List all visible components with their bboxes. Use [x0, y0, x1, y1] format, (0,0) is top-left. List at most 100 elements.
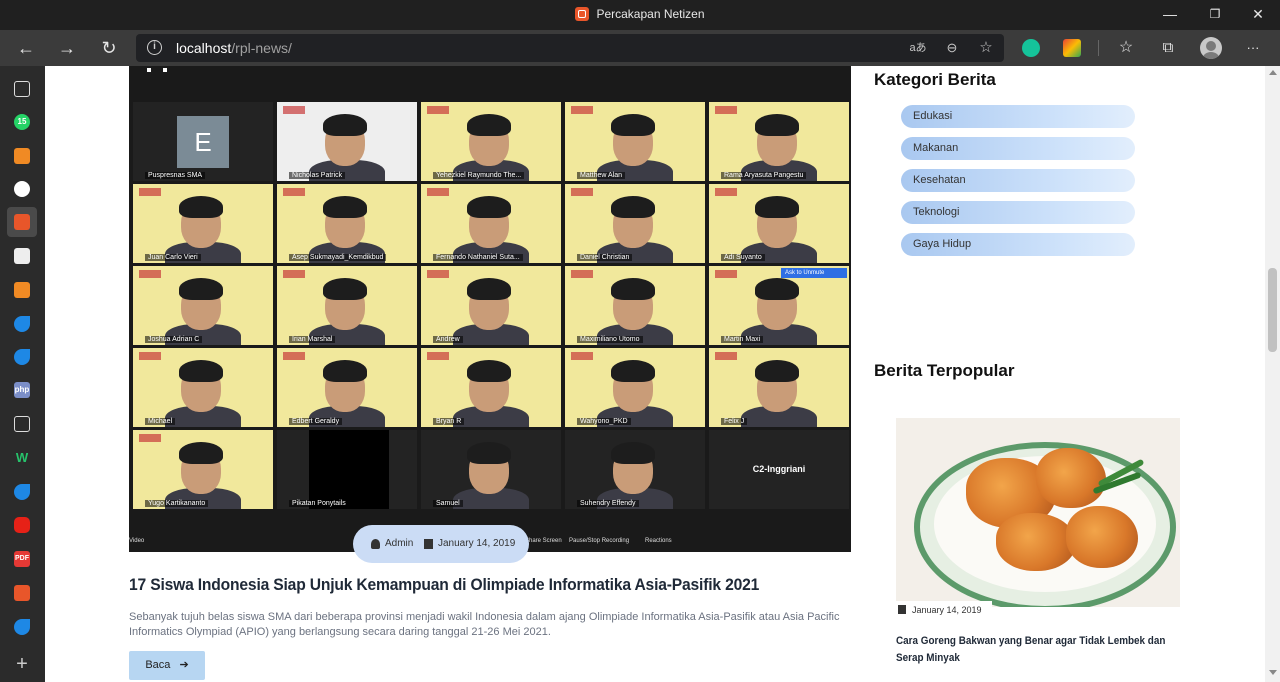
video-tile: Asep Sukmayadi_Kemdikbud — [277, 184, 417, 263]
forward-button[interactable]: → — [53, 34, 81, 62]
collections-icon[interactable]: ⧉ — [1154, 34, 1182, 62]
minimize-button[interactable]: — — [1148, 0, 1192, 30]
bing-icon[interactable] — [14, 484, 30, 500]
document-icon[interactable] — [14, 416, 30, 432]
participant-name: Bryan R — [433, 418, 465, 425]
participant-name: Joshua Adrian C — [145, 336, 203, 343]
video-tile: Fernando Nathaniel Suta... — [421, 184, 561, 263]
app-icon[interactable] — [14, 214, 30, 230]
page-scrollbar[interactable] — [1265, 66, 1280, 682]
scrollbar-thumb[interactable] — [1268, 268, 1277, 352]
participant-hair — [467, 196, 511, 218]
article-title[interactable]: 17 Siswa Indonesia Siap Unjuk Kemampuan … — [129, 575, 793, 595]
video-tile: Samuel — [421, 430, 561, 509]
participant-hair — [179, 278, 223, 300]
youtube-icon[interactable] — [14, 517, 30, 533]
event-logo — [715, 270, 737, 278]
participant-name: Michael — [145, 418, 176, 425]
video-tile: Juan Carlo Vieri — [133, 184, 273, 263]
video-tile: Wahyono_PKD — [565, 348, 705, 427]
event-logo — [283, 270, 305, 278]
participant-hair — [611, 442, 655, 464]
category-teknologi[interactable]: Teknologi — [901, 201, 1135, 224]
profile-avatar[interactable] — [1200, 37, 1222, 59]
app-icon[interactable] — [14, 585, 30, 601]
app-icon — [575, 7, 590, 21]
notion-icon[interactable] — [14, 248, 30, 264]
popular-article-image[interactable] — [896, 418, 1180, 607]
tab-actions-icon[interactable] — [14, 81, 30, 97]
bing-icon[interactable] — [14, 316, 30, 332]
address-bar[interactable]: i localhost/rpl-news/ aあ ⊖ ☆ — [136, 34, 1004, 62]
window-title: Percakapan Netizen — [0, 7, 1280, 21]
popular-article-date: January 14, 2019 — [896, 601, 992, 619]
reload-button[interactable]: ↻ — [95, 34, 123, 62]
ask-to-unmute-label: Ask to Unmute — [781, 268, 847, 278]
participant-name: Samuel — [433, 500, 463, 507]
category-edukasi[interactable]: Edukasi — [901, 105, 1135, 128]
participant-hair — [323, 196, 367, 218]
share-label: Share Screen — [525, 538, 562, 544]
participant-name: Wahyono_PKD — [577, 418, 631, 425]
page-content: E Puspresnas SMA Nicholas Patrick Yehezkiel… — [45, 66, 1265, 682]
add-icon[interactable]: + — [14, 654, 30, 674]
reactions-label: Reactions — [645, 538, 672, 544]
record-label: Pause/Stop Recording — [569, 538, 630, 544]
github-icon[interactable] — [14, 181, 30, 197]
add-favorite-icon[interactable]: ☆ — [976, 38, 996, 58]
video-tile: Felix J — [709, 348, 849, 427]
scroll-up-icon[interactable] — [1269, 70, 1277, 75]
participant-hair — [611, 196, 655, 218]
read-aloud-icon[interactable]: aあ — [908, 38, 928, 58]
video-tile: Yugo Kartikananto — [133, 430, 273, 509]
url-text[interactable]: localhost/rpl-news/ — [176, 40, 292, 56]
bing-icon[interactable] — [14, 619, 30, 635]
participant-name: Adi Suyanto — [721, 254, 765, 261]
event-logo — [715, 106, 737, 114]
article-meta: Admin January 14, 2019 — [353, 525, 529, 563]
article-image[interactable]: E Puspresnas SMA Nicholas Patrick Yehezkiel… — [129, 66, 851, 552]
event-logo — [139, 188, 161, 196]
category-gaya-hidup[interactable]: Gaya Hidup — [901, 233, 1135, 256]
site-info-icon[interactable]: i — [147, 40, 162, 55]
restore-button[interactable]: ❐ — [1193, 0, 1237, 30]
grammarly-icon[interactable] — [1022, 39, 1040, 57]
app-icon[interactable] — [14, 282, 30, 298]
participant-name: Maximiliano Utomo — [577, 336, 643, 343]
video-label: Video — [129, 538, 145, 544]
video-tile: Daniel Christian — [565, 184, 705, 263]
event-logo — [715, 352, 737, 360]
participant-name: Puspresnas SMA — [145, 172, 206, 179]
php-icon[interactable]: php — [14, 382, 30, 398]
app-icon[interactable] — [14, 148, 30, 164]
back-button[interactable]: ← — [12, 34, 40, 62]
bing-icon[interactable] — [14, 349, 30, 365]
event-logo — [139, 270, 161, 278]
participant-hair — [611, 114, 655, 136]
video-tile: Adi Suyanto — [709, 184, 849, 263]
favorites-icon[interactable]: ☆ — [1112, 34, 1140, 62]
video-tile: Bryan R — [421, 348, 561, 427]
pdf-icon[interactable]: PDF — [14, 551, 30, 567]
participant-hair — [323, 114, 367, 136]
video-tile: Suhendry Effendy — [565, 430, 705, 509]
read-more-button[interactable]: Baca ➔ — [129, 651, 205, 680]
scroll-down-icon[interactable] — [1269, 670, 1277, 675]
video-tile: Rama Aryasuta Pangestu — [709, 102, 849, 181]
edge-sidebar: 15 php W PDF + — [0, 66, 45, 682]
more-menu-icon[interactable]: ··· — [1239, 34, 1267, 62]
extension-icon[interactable] — [1063, 39, 1081, 57]
video-tile: Andrew — [421, 266, 561, 345]
participant-name: Yugo Kartikananto — [145, 500, 209, 507]
category-makanan[interactable]: Makanan — [901, 137, 1135, 160]
close-button[interactable]: ✕ — [1236, 0, 1280, 30]
video-tile: Irian Marshal — [277, 266, 417, 345]
fritter-graphic — [996, 513, 1076, 571]
participant-name: Juan Carlo Vieri — [145, 254, 201, 261]
zoom-icon[interactable]: ⊖ — [942, 38, 962, 58]
whatsapp-icon[interactable]: 15 — [14, 114, 30, 130]
category-kesehatan[interactable]: Kesehatan — [901, 169, 1135, 192]
w-icon[interactable]: W — [14, 450, 30, 466]
popular-article-title[interactable]: Cara Goreng Bakwan yang Benar agar Tidak… — [896, 633, 1166, 667]
video-tile: C2-Inggriani — [709, 430, 849, 509]
